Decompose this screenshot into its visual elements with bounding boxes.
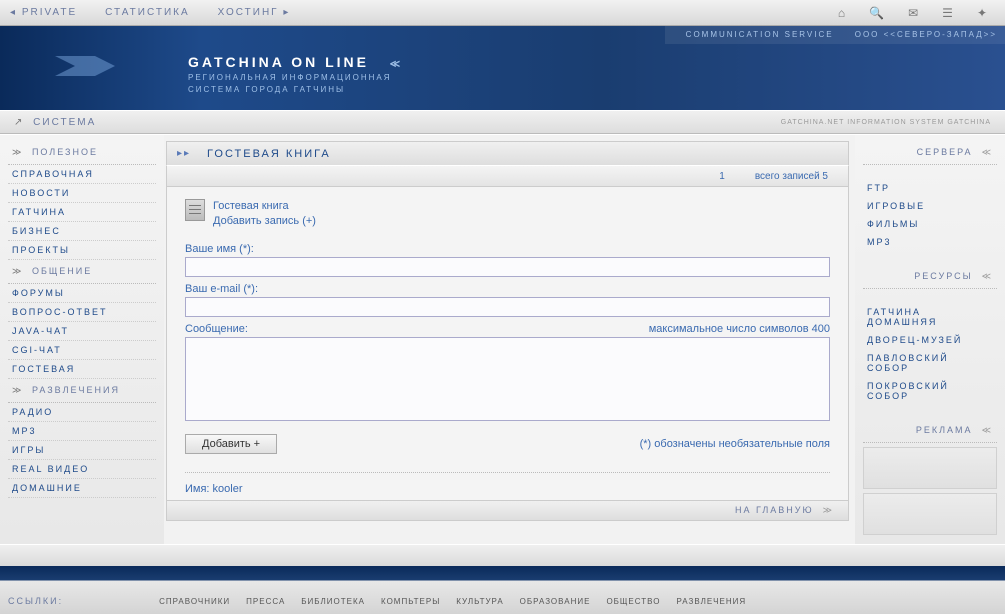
footer-spacer [0,544,1005,566]
pager-page[interactable]: 1 [719,171,725,182]
banner-nw: ООО <<СЕВЕРО-ЗАПАД>> [855,30,997,39]
right-item-mp3[interactable]: MP3 [863,233,997,251]
content-header: ▸▸ ГОСТЕВАЯ КНИГА [166,141,849,165]
footer-links-label: ССЫЛКИ: [8,596,63,606]
footer-link-computers[interactable]: КОМПЬТЕРЫ [381,597,440,606]
pager-bar: 1 всего записей 5 [166,165,849,187]
left-item-games[interactable]: ИГРЫ [8,441,156,460]
left-item-qa[interactable]: ВОПРОС-ОТВЕТ [8,303,156,322]
footer-bar: ССЫЛКИ: СПРАВОЧНИКИ ПРЕССА БИБЛИОТЕКА КО… [0,566,1005,614]
banner: COMMUNICATION SERVICE ООО <<СЕВЕРО-ЗАПАД… [0,26,1005,110]
right-section-resources: РЕСУРСЫ ≪ [863,265,997,289]
left-item-projects[interactable]: ПРОЕКТЫ [8,241,156,260]
right-item-pavlov[interactable]: ПАВЛОВСКИЙ СОБОР [863,349,997,377]
ad-slot-1[interactable] [863,447,997,489]
menu-icon[interactable]: ☰ [942,6,953,20]
mail-icon[interactable]: ✉ [908,6,918,20]
document-icon [185,199,205,221]
topbar-stats[interactable]: СТАТИСТИКА [105,7,190,18]
content-scroll[interactable]: Гостевая книга Добавить запись (+) Ваше … [166,187,849,501]
logo-arrow-icon [55,51,115,81]
banner-comm: COMMUNICATION SERVICE [686,30,834,39]
content-title: ГОСТЕВАЯ КНИГА [207,148,331,160]
entry-row: Имя: kooler [185,472,830,495]
left-item-guestbook[interactable]: ГОСТЕВАЯ [8,360,156,379]
guestbook-add-link[interactable]: Добавить запись (+) [213,215,316,227]
ad-slot-2[interactable] [863,493,997,535]
right-item-games[interactable]: ИГРОВЫЕ [863,197,997,215]
right-section-servers: СЕРВЕРА ≪ [863,141,997,165]
label-name: Ваше имя (*): [185,243,830,255]
footer-link-society[interactable]: ОБЩЕСТВО [606,597,660,606]
pager-total: всего записей 5 [755,171,828,182]
footer-link-culture[interactable]: КУЛЬТУРА [456,597,503,606]
left-item-realvideo[interactable]: REAL ВИДЕО [8,460,156,479]
right-item-home[interactable]: ГАТЧИНА ДОМАШНЯЯ [863,303,997,331]
right-item-ftp[interactable]: FTP [863,179,997,197]
input-name[interactable] [185,257,830,277]
system-label[interactable]: СИСТЕМА [33,117,96,128]
arrows-icon: ▸▸ [177,148,191,159]
input-email[interactable] [185,297,830,317]
topbar-private[interactable]: ◂ PRIVATE [10,7,77,18]
system-bar: ↗ СИСТЕМА GATCHINA.NET INFORMATION SYSTE… [0,110,1005,134]
right-item-pokrov[interactable]: ПОКРОВСКИЙ СОБОР [863,377,997,405]
footer-link-ref[interactable]: СПРАВОЧНИКИ [159,597,230,606]
right-sidebar: СЕРВЕРА ≪ FTP ИГРОВЫЕ ФИЛЬМЫ MP3 РЕСУРСЫ… [855,135,1005,544]
label-message: Сообщение: [185,323,248,335]
site-title: GATCHINA ON LINE ≪ [188,54,403,70]
footer-link-library[interactable]: БИБЛИОТЕКА [301,597,365,606]
to-main-link[interactable]: НА ГЛАВНУЮ ≫ [735,505,834,516]
to-main-bar: НА ГЛАВНУЮ ≫ [166,501,849,521]
system-note: GATCHINA.NET INFORMATION SYSTEM GATCHINA [781,119,991,126]
topbar: ◂ PRIVATE СТАТИСТИКА ХОСТИНГ ▸ ⌂ 🔍 ✉ ☰ ✦ [0,0,1005,26]
guestbook-title: Гостевая книга [213,199,316,214]
left-item-javachat[interactable]: JAVA-ЧАТ [8,322,156,341]
left-section-fun: ≫ РАЗВЛЕЧЕНИЯ [8,379,156,403]
left-item-ref[interactable]: СПРАВОЧНАЯ [8,165,156,184]
left-item-gatchina[interactable]: ГАТЧИНА [8,203,156,222]
label-email: Ваш e-mail (*): [185,283,830,295]
main-content: ▸▸ ГОСТЕВАЯ КНИГА 1 всего записей 5 Гост… [164,135,855,544]
footer-link-fun[interactable]: РАЗВЛЕЧЕНИЯ [676,597,746,606]
nav-icon[interactable]: ✦ [977,6,987,20]
left-section-useful: ≫ ПОЛЕЗНОЕ [8,141,156,165]
required-note: (*) обозначены необязательные поля [640,438,830,450]
left-item-mp3[interactable]: MP3 [8,422,156,441]
left-item-radio[interactable]: РАДИО [8,403,156,422]
search-icon[interactable]: 🔍 [869,6,884,20]
site-subtitle: РЕГИОНАЛЬНАЯ ИНФОРМАЦИОННАЯСИСТЕМА ГОРОД… [188,72,392,96]
left-item-cgichat[interactable]: CGI-ЧАТ [8,341,156,360]
left-section-social: ≫ ОБЩЕНИЕ [8,260,156,284]
left-item-news[interactable]: НОВОСТИ [8,184,156,203]
home-icon[interactable]: ⌂ [838,6,845,20]
right-section-ads: РЕКЛАМА ≪ [863,419,997,443]
submit-button[interactable]: Добавить + [185,434,277,454]
left-sidebar: ≫ ПОЛЕЗНОЕ СПРАВОЧНАЯ НОВОСТИ ГАТЧИНА БИ… [0,135,164,544]
left-item-business[interactable]: БИЗНЕС [8,222,156,241]
right-item-palace[interactable]: ДВОРЕЦ-МУЗЕЙ [863,331,997,349]
label-maxchars: максимальное число символов 400 [649,323,830,335]
input-message[interactable] [185,337,830,421]
right-item-movies[interactable]: ФИЛЬМЫ [863,215,997,233]
footer-link-press[interactable]: ПРЕССА [246,597,285,606]
topbar-hosting[interactable]: ХОСТИНГ ▸ [218,7,291,18]
left-item-forums[interactable]: ФОРУМЫ [8,284,156,303]
footer-link-education[interactable]: ОБРАЗОВАНИЕ [520,597,591,606]
left-item-home[interactable]: ДОМАШНИЕ [8,479,156,498]
